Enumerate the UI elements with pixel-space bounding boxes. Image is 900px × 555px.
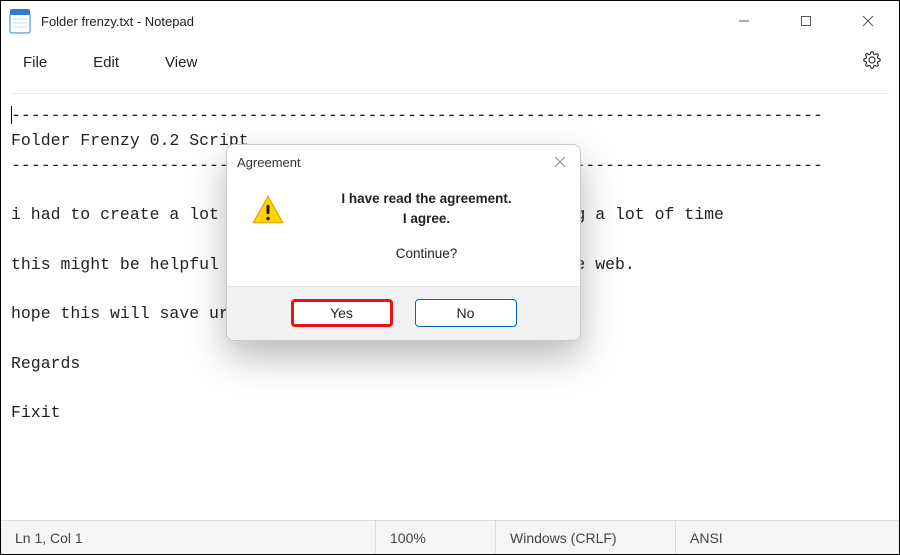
status-line-ending: Windows (CRLF) — [496, 521, 676, 554]
minimize-icon — [738, 15, 750, 27]
yes-button[interactable]: Yes — [291, 299, 393, 327]
dialog-question: Continue? — [291, 244, 562, 264]
dialog-close-button[interactable] — [540, 145, 580, 179]
agreement-dialog: Agreement I have read the agreement. I a… — [226, 144, 581, 341]
dialog-line1: I have read the agreement. — [291, 189, 562, 209]
window-controls — [713, 1, 899, 41]
menu-edit[interactable]: Edit — [79, 48, 133, 77]
dialog-body: I have read the agreement. I agree. Cont… — [227, 179, 580, 286]
close-icon — [554, 156, 566, 168]
maximize-button[interactable] — [775, 1, 837, 41]
no-button[interactable]: No — [415, 299, 517, 327]
settings-button[interactable] — [853, 45, 891, 80]
menu-file[interactable]: File — [9, 48, 61, 77]
titlebar: Folder frenzy.txt - Notepad — [1, 1, 899, 41]
close-button[interactable] — [837, 1, 899, 41]
close-icon — [862, 15, 874, 27]
statusbar: Ln 1, Col 1 100% Windows (CRLF) ANSI — [1, 520, 899, 554]
dialog-message: I have read the agreement. I agree. Cont… — [291, 189, 562, 264]
text-caret — [11, 106, 12, 124]
status-encoding: ANSI — [676, 521, 899, 554]
status-zoom: 100% — [376, 521, 496, 554]
dialog-buttons: Yes No — [227, 286, 580, 340]
warning-icon — [251, 189, 291, 264]
window-title: Folder frenzy.txt - Notepad — [41, 14, 194, 29]
minimize-button[interactable] — [713, 1, 775, 41]
menubar: File Edit View — [1, 41, 899, 83]
notepad-icon — [9, 8, 31, 34]
dialog-line2: I agree. — [291, 209, 562, 229]
dialog-titlebar: Agreement — [227, 145, 580, 179]
dialog-title: Agreement — [237, 155, 301, 170]
status-position: Ln 1, Col 1 — [1, 521, 376, 554]
maximize-icon — [800, 15, 812, 27]
menu-view[interactable]: View — [151, 48, 211, 77]
gear-icon — [863, 51, 881, 69]
